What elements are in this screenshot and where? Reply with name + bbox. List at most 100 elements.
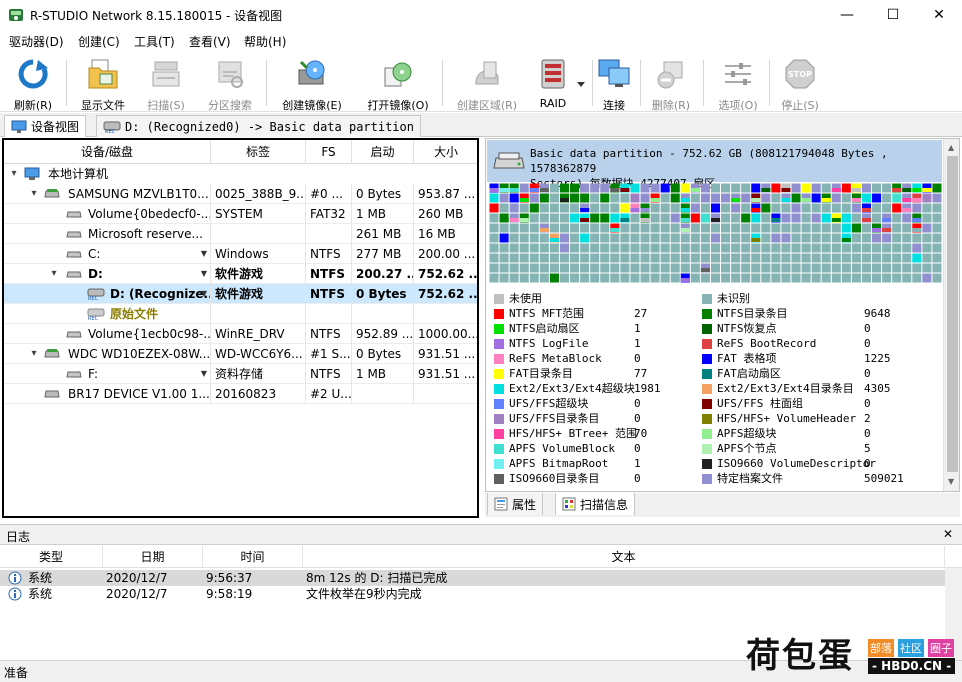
cluster-cell <box>690 253 700 263</box>
cluster-cell <box>811 233 821 243</box>
cluster-cell <box>791 233 801 243</box>
log-close-icon[interactable]: ✕ <box>943 527 953 541</box>
show-files-button[interactable]: 显示文件 <box>74 58 132 112</box>
cluster-cell-part <box>912 228 922 232</box>
cluster-cell <box>640 243 650 253</box>
create-image-button[interactable]: 创建镜像(E) <box>274 58 350 112</box>
menu-help[interactable]: 帮助(H) <box>244 33 286 50</box>
log-col-date[interactable]: 日期 <box>103 546 203 568</box>
options-button[interactable]: 选项(O) <box>712 58 764 112</box>
tree-row-disk[interactable]: ▾ SAMSUNG MZVLB1T0... 0025_388B_9... #0 … <box>4 184 477 204</box>
cluster-cell <box>580 253 590 263</box>
watermark-site: - HBD0.CN - <box>868 658 956 674</box>
tree-expander[interactable]: ▾ <box>8 164 20 184</box>
cluster-cell-part <box>902 188 912 192</box>
close-button[interactable]: ✕ <box>916 0 962 30</box>
raid-button[interactable]: RAID <box>530 58 576 110</box>
cluster-cell <box>811 243 821 253</box>
tab-scan-info[interactable]: 扫描信息 <box>555 493 636 515</box>
tab-partition[interactable]: REC D: (Recognized0) -> Basic data parti… <box>96 115 421 137</box>
scroll-up-icon[interactable]: ▲ <box>948 143 954 152</box>
tree-row-label <box>211 224 306 244</box>
cluster-cell <box>731 253 741 263</box>
cluster-cell <box>801 233 811 243</box>
maximize-button[interactable]: ☐ <box>870 0 916 30</box>
legend-value: 1981 <box>634 382 661 395</box>
cluster-cell-part <box>851 198 861 202</box>
cluster-cell-part <box>680 218 690 222</box>
tree-row-recognized-partition[interactable]: REC D: (Recognize... ▼ 软件游戏 NTFS 0 Bytes… <box>4 284 477 304</box>
minimize-button[interactable]: — <box>824 0 870 30</box>
tab-device-view[interactable]: 设备视图 <box>4 115 87 137</box>
col-size[interactable]: 大小 <box>414 140 477 164</box>
cluster-cell <box>922 243 932 253</box>
raid-dropdown-button[interactable] <box>575 58 587 110</box>
open-image-button[interactable]: 打开镜像(O) <box>360 58 436 112</box>
cluster-cell <box>892 203 902 213</box>
tree-row-disk[interactable]: BR17 DEVICE V1.00 1... 20160823 #2 U... <box>4 384 477 404</box>
log-col-time[interactable]: 时间 <box>203 546 303 568</box>
refresh-button[interactable]: 刷新(R) <box>6 58 60 112</box>
cluster-cell <box>690 263 700 273</box>
tree-row-volume[interactable]: C: ▼ Windows NTFS 277 MB 200.00 ... <box>4 244 477 264</box>
col-label[interactable]: 标签 <box>211 140 306 164</box>
tree-row-raw-files[interactable]: REC 原始文件 <box>4 304 477 324</box>
cluster-cell <box>600 193 610 203</box>
cluster-map-grid[interactable] <box>489 183 942 283</box>
tree-row-local-computer[interactable]: ▾ 本地计算机 <box>4 164 477 184</box>
menu-view[interactable]: 查看(V) <box>189 33 231 50</box>
partition-search-button[interactable]: 分区搜索 <box>200 58 260 112</box>
scan-button[interactable]: 扫描(S) <box>140 58 192 112</box>
col-fs[interactable]: FS <box>306 140 352 164</box>
create-region-button[interactable]: 创建区域(R) <box>450 58 524 112</box>
cluster-cell <box>851 213 861 223</box>
log-row[interactable]: 系统 2020/12/7 9:56:37 8m 12s 的 D: 扫描已完成 <box>0 570 945 586</box>
cluster-cell <box>731 263 741 273</box>
cluster-cell <box>509 233 519 243</box>
col-start[interactable]: 启动 <box>352 140 414 164</box>
open-image-icon <box>384 62 412 87</box>
chevron-down-icon[interactable]: ▼ <box>201 244 207 264</box>
chevron-down-icon[interactable]: ▼ <box>201 264 207 284</box>
legend-value: 4305 <box>864 382 891 395</box>
tree-row-volume-d[interactable]: ▾ D: ▼ 软件游戏 NTFS 200.27 ... 752.62 ... <box>4 264 477 284</box>
scroll-down-icon[interactable]: ▼ <box>948 477 954 486</box>
log-col-text[interactable]: 文本 <box>303 546 945 568</box>
tree-row-fs: NTFS <box>306 324 352 344</box>
tree-row-volume[interactable]: Volume{1ecb0c98-... WinRE_DRV NTFS 952.8… <box>4 324 477 344</box>
chevron-down-icon[interactable]: ▼ <box>201 284 207 304</box>
legend-name: APFS超级块 <box>717 427 777 440</box>
tree-row-disk[interactable]: ▾ WDC WD10EZEX-08W... WD-WCC6Y6... #1 S.… <box>4 344 477 364</box>
cluster-cell <box>630 273 640 283</box>
map-scrollbar-thumb[interactable] <box>947 156 958 472</box>
chevron-down-icon[interactable]: ▼ <box>201 364 207 384</box>
tree-row-volume[interactable]: F: ▼ 资料存储 NTFS 1 MB 931.51 ... <box>4 364 477 384</box>
menu-drive[interactable]: 驱动器(D) <box>9 33 64 50</box>
connect-button[interactable]: 连接 <box>596 58 632 112</box>
cluster-cell <box>741 263 751 273</box>
tab-properties[interactable]: 属性 <box>487 493 544 515</box>
legend-swatch <box>494 309 504 319</box>
cluster-cell <box>660 193 670 203</box>
legend-item: ISO9660目录条目 0 <box>494 471 714 486</box>
tree-row-volume[interactable]: Microsoft reserve... 261 MB 16 MB <box>4 224 477 244</box>
menu-create[interactable]: 创建(C) <box>78 33 120 50</box>
log-title-bar: 日志 ✕ <box>0 525 962 545</box>
r-studio-app-icon <box>9 9 23 21</box>
log-col-type[interactable]: 类型 <box>0 546 103 568</box>
toolbar-separator <box>769 60 770 106</box>
map-scrollbar[interactable]: ▲ ▼ <box>943 139 959 491</box>
stop-button[interactable]: STOP 停止(S) <box>774 58 826 112</box>
menu-tools[interactable]: 工具(T) <box>134 33 175 50</box>
col-device[interactable]: 设备/磁盘 <box>4 140 211 164</box>
delete-button[interactable]: 删除(R) <box>646 58 696 112</box>
raid-icon <box>541 59 565 89</box>
cluster-cell <box>902 253 912 263</box>
tree-row-volume[interactable]: Volume{0bedecf0-... SYSTEM FAT32 1 MB 26… <box>4 204 477 224</box>
cluster-cell <box>570 233 580 243</box>
cluster-cell <box>610 243 620 253</box>
show-files-label: 显示文件 <box>81 99 125 112</box>
tree-row-name: SAMSUNG MZVLB1T0... <box>4 184 211 204</box>
cluster-cell <box>630 263 640 273</box>
log-row[interactable]: 系统 2020/12/7 9:58:19 文件枚举在9秒内完成 <box>0 586 945 602</box>
